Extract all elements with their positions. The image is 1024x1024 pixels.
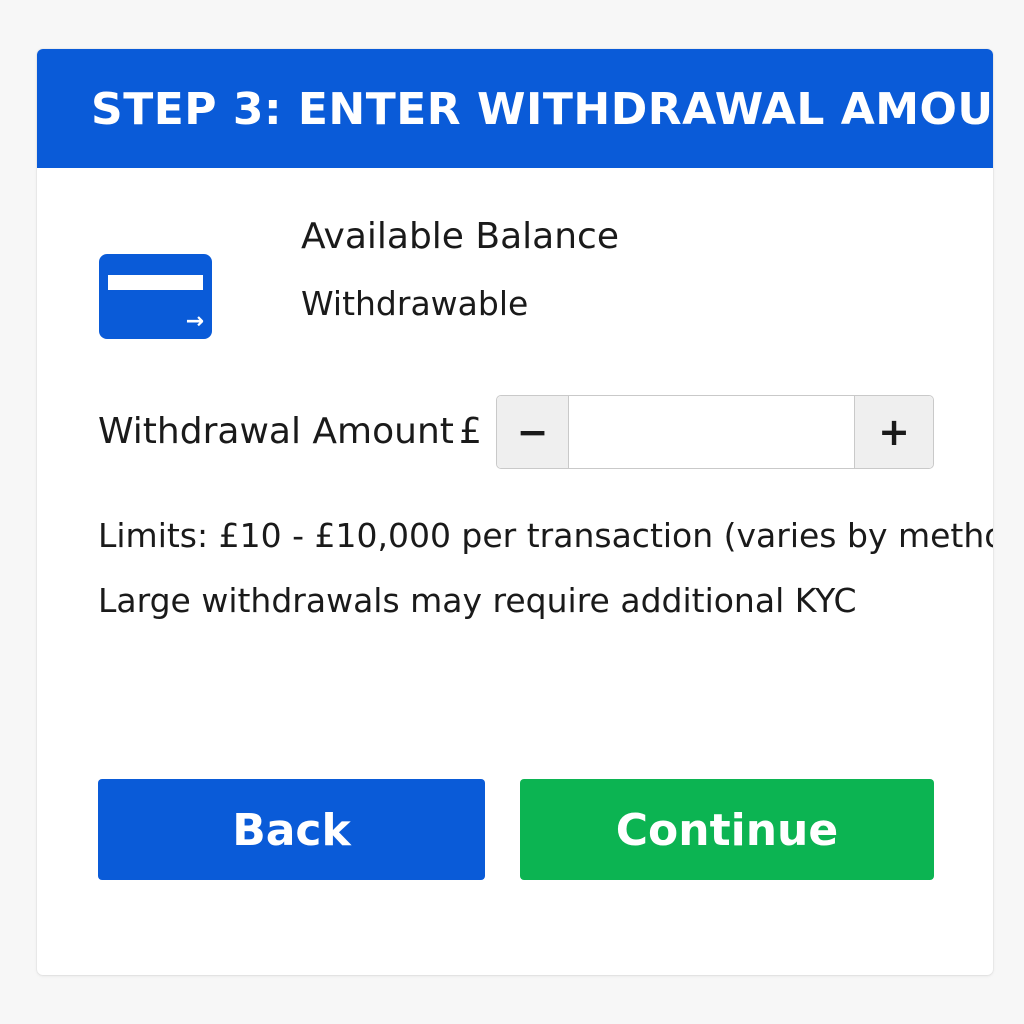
withdrawal-amount-label: Withdrawal Amount bbox=[98, 411, 454, 452]
decrement-button[interactable]: − bbox=[497, 396, 569, 468]
kyc-notice: Large withdrawals may require additional… bbox=[98, 581, 857, 620]
step-title: STEP 3: ENTER WITHDRAWAL AMOUNT bbox=[91, 84, 993, 135]
withdrawable-label: Withdrawable bbox=[301, 284, 529, 323]
arrow-right-icon: → bbox=[185, 309, 204, 334]
available-balance-label: Available Balance bbox=[301, 216, 619, 257]
credit-card-arrow-icon: → bbox=[99, 254, 212, 339]
step-header: STEP 3: ENTER WITHDRAWAL AMOUNT bbox=[37, 49, 993, 168]
increment-button[interactable]: + bbox=[854, 396, 933, 468]
currency-symbol: £ bbox=[459, 411, 482, 452]
amount-stepper: − + bbox=[496, 395, 934, 469]
limits-text: Limits: £10 - £10,000 per transaction (v… bbox=[98, 516, 993, 555]
card-stripe bbox=[108, 275, 203, 290]
continue-button[interactable]: Continue bbox=[520, 779, 934, 880]
withdrawal-card: STEP 3: ENTER WITHDRAWAL AMOUNT → Availa… bbox=[37, 49, 993, 975]
back-button[interactable]: Back bbox=[98, 779, 485, 880]
amount-input[interactable] bbox=[570, 396, 853, 468]
